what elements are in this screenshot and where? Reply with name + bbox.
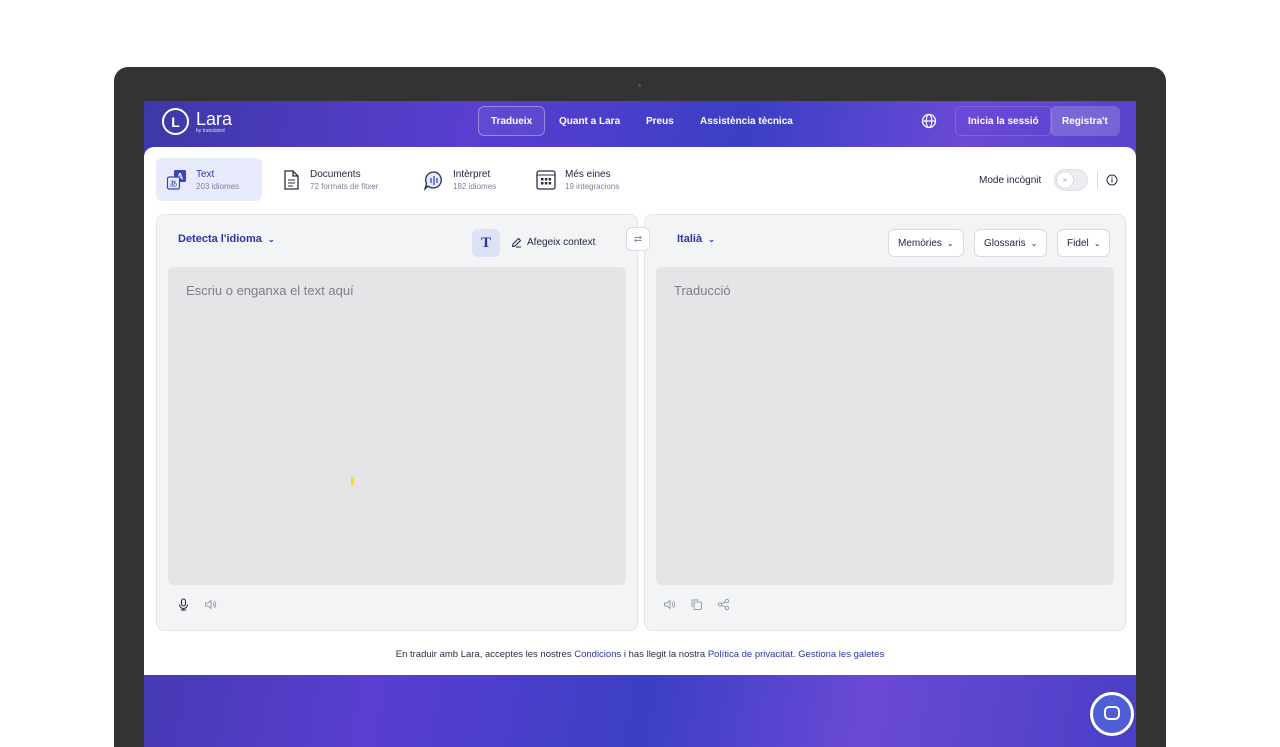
logo-name: Lara (196, 108, 233, 129)
privacy-link[interactable]: Política de privacitat. (708, 649, 796, 660)
nav-pricing[interactable]: Preus (634, 106, 686, 136)
add-context-button[interactable]: Afegeix context (511, 237, 595, 248)
nav-translate[interactable]: Tradueix (478, 106, 546, 136)
glossaries-label: Glossaris (984, 237, 1026, 249)
copy-icon[interactable] (690, 598, 703, 611)
speaker-icon[interactable] (663, 598, 676, 611)
divider (1097, 171, 1098, 189)
mode-tab-documents[interactable]: Documents 72 formats de fitxer (270, 158, 388, 201)
globe-icon[interactable] (921, 113, 937, 129)
source-actions (177, 598, 217, 611)
top-nav: L Lara by translated Tradueix Quant a La… (144, 101, 1136, 147)
pencil-icon (511, 237, 522, 248)
memories-label: Memòries (898, 237, 942, 249)
nav-about[interactable]: Quant a Lara (547, 106, 632, 136)
chat-support-button[interactable] (1090, 692, 1134, 736)
nav-support[interactable]: Assistència tècnica (688, 106, 805, 136)
target-language-select[interactable]: Italià ⌄ (677, 233, 715, 245)
login-button[interactable]: Inicia la sessió (955, 106, 1052, 136)
logo-sub: by translated (196, 127, 225, 134)
chevron-down-icon: ⌄ (708, 234, 715, 244)
add-context-label: Afegeix context (527, 237, 596, 248)
incognito-toggle[interactable]: × (1054, 169, 1088, 191)
chevron-down-icon: ⌄ (1093, 238, 1101, 248)
source-language-select[interactable]: Detecta l'idioma ⌄ (178, 233, 275, 245)
legal-footer: En traduir amb Lara, acceptes les nostre… (144, 649, 1136, 660)
mode-tab-interpreter[interactable]: Intèrpret 182 idiomes (413, 158, 506, 201)
translation-output: Traducció (656, 267, 1114, 585)
swap-languages-button[interactable]: ⇄ (626, 227, 650, 251)
mode-title: Documents (310, 168, 361, 180)
document-icon (284, 169, 299, 190)
glossaries-dropdown[interactable]: Glossaris ⌄ (974, 229, 1048, 257)
target-language-label: Italià (677, 233, 703, 245)
source-language-label: Detecta l'idioma (178, 233, 262, 245)
terms-link[interactable]: Condicions (574, 649, 621, 660)
close-icon: × (1056, 171, 1074, 189)
source-text-input[interactable]: Escriu o enganxa el text aquí (168, 267, 626, 585)
memories-dropdown[interactable]: Memòries ⌄ (888, 229, 964, 257)
chevron-down-icon: ⌄ (946, 238, 954, 248)
incognito-label: Mode incògnit (979, 175, 1042, 186)
speaker-icon[interactable] (204, 598, 217, 611)
style-label: Fidel (1067, 237, 1089, 249)
footer-text-1: En traduir amb Lara, acceptes les nostre… (395, 649, 572, 660)
target-panel: Italià ⌄ Memòries ⌄ Glossaris ⌄ Fidel ⌄ … (644, 214, 1126, 631)
translator-card: A あ Text 203 idiomes Documents 72 format… (144, 147, 1136, 675)
grid-tools-icon (536, 169, 556, 190)
mode-tab-text[interactable]: A あ Text 203 idiomes (156, 158, 262, 201)
chevron-down-icon: ⌄ (1030, 238, 1038, 248)
mode-title: Més eines (565, 168, 611, 180)
laptop-frame: L Lara by translated Tradueix Quant a La… (114, 67, 1166, 747)
mode-title: Text (196, 168, 215, 180)
mode-sub: 19 integracions (565, 181, 620, 191)
mode-sub: 182 idiomes (453, 181, 497, 191)
footer-text-2: i has llegit la nostra (623, 649, 706, 660)
interpreter-icon (423, 170, 442, 191)
mode-sub: 72 formats de fitxer (310, 181, 379, 191)
mode-sub: 203 idiomes (196, 181, 240, 191)
logo-mark: L (162, 108, 189, 135)
text-cursor (351, 477, 354, 485)
mode-tab-more-tools[interactable]: Més eines 19 integracions (525, 158, 629, 201)
lara-logo[interactable]: L Lara by translated (162, 108, 232, 135)
info-icon[interactable] (1106, 174, 1118, 186)
chevron-down-icon: ⌄ (267, 234, 275, 244)
text-format-button[interactable]: T (472, 229, 500, 257)
cookies-link[interactable]: Gestiona les galetes (798, 649, 884, 660)
register-button[interactable]: Registra't (1050, 106, 1120, 136)
source-panel: Detecta l'idioma ⌄ T Afegeix context Esc… (156, 214, 638, 631)
target-actions (663, 598, 730, 611)
mode-title: Intèrpret (453, 168, 491, 180)
source-placeholder: Escriu o enganxa el text aquí (186, 283, 354, 298)
chat-icon (1104, 706, 1120, 720)
svg-text:あ: あ (170, 179, 178, 188)
laptop-camera (638, 84, 641, 87)
share-icon[interactable] (717, 598, 730, 611)
microphone-icon[interactable] (177, 598, 190, 611)
style-dropdown[interactable]: Fidel ⌄ (1057, 229, 1111, 257)
text-translate-icon: A あ (166, 169, 186, 190)
app-screen: L Lara by translated Tradueix Quant a La… (144, 101, 1136, 747)
translation-placeholder: Traducció (674, 283, 731, 298)
